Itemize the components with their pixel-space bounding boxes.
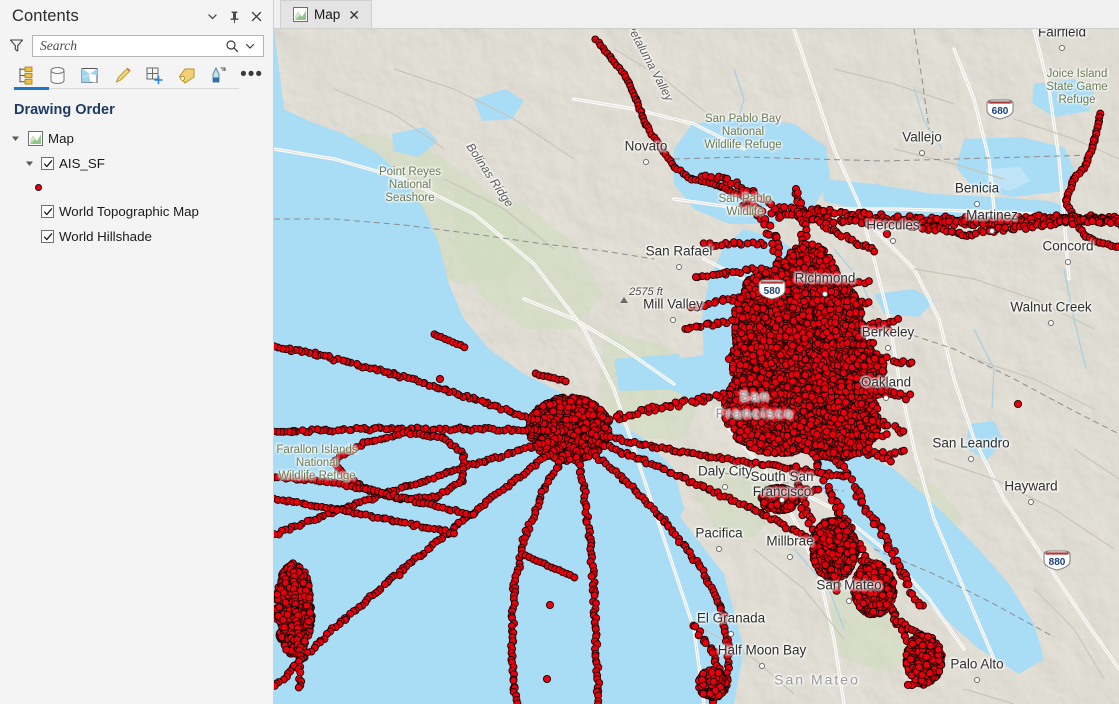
tree-item-symbol-ais-sf[interactable]	[2, 176, 273, 199]
search-options-chevron-down-icon[interactable]	[241, 37, 259, 55]
map-peak-marker-icon	[620, 297, 628, 303]
map-canvas[interactable]: Fairfield Vallejo Benicia Martinez Hercules C…	[274, 29, 1119, 704]
search-input[interactable]	[40, 37, 223, 54]
tab-list-by-drawing-order[interactable]	[14, 63, 36, 87]
tree-item-label-ais-sf: AIS_SF	[59, 156, 105, 171]
contents-overflow-menu[interactable]: •••	[240, 65, 265, 84]
search-row	[0, 32, 273, 59]
close-icon[interactable]	[245, 6, 267, 28]
red-point-symbol-icon	[35, 184, 42, 191]
layer-tree: Map AIS_SF World Topographic Map World H…	[0, 126, 273, 249]
tab-list-by-snapping[interactable]	[143, 63, 165, 87]
contents-tabstrip: •••	[0, 59, 273, 91]
layer-checkbox-world-hillshade[interactable]	[41, 230, 54, 243]
tree-item-ais-sf[interactable]: AIS_SF	[2, 151, 273, 176]
filter-funnel-icon[interactable]	[5, 36, 27, 56]
map-tabbar: Map ✕	[274, 0, 1119, 29]
section-title-drawing-order: Drawing Order	[14, 102, 115, 118]
tree-item-world-topographic-map[interactable]: World Topographic Map	[2, 199, 273, 224]
tab-list-by-charts[interactable]	[208, 63, 230, 87]
tree-item-label-world-topographic-map: World Topographic Map	[59, 204, 199, 219]
tabstrip-active-indicator	[14, 87, 49, 90]
contents-pane-header: Contents	[0, 0, 273, 33]
tab-list-by-data-source[interactable]	[46, 63, 68, 87]
map-view-area: Map ✕ Fairfield Vallejo Benicia Martinez…	[274, 0, 1119, 704]
expander-down-icon[interactable]	[8, 132, 22, 146]
search-icon[interactable]	[223, 37, 241, 55]
arcgis-pro-window: Contents Search ••• Drawing Order Map AI…	[0, 0, 1119, 704]
tab-map[interactable]: Map ✕	[280, 0, 372, 28]
map-basemap-render	[274, 29, 1119, 704]
map-frame-icon	[292, 7, 308, 23]
pin-icon[interactable]	[223, 6, 245, 28]
chevron-down-icon[interactable]	[201, 6, 223, 28]
map-frame-icon	[27, 131, 43, 147]
tab-map-label: Map	[314, 7, 341, 22]
layer-checkbox-ais-sf[interactable]	[41, 157, 54, 170]
expander-down-icon[interactable]	[22, 157, 36, 171]
search-input-wrapper[interactable]	[32, 34, 264, 57]
page-title: Contents	[12, 7, 79, 25]
close-icon[interactable]: ✕	[346, 8, 362, 22]
tree-item-map[interactable]: Map	[2, 126, 273, 151]
tab-list-by-labeling[interactable]	[175, 63, 197, 87]
tab-list-by-editing[interactable]	[111, 63, 133, 87]
contents-pane: Contents Search ••• Drawing Order Map AI…	[0, 0, 274, 704]
tree-item-label-world-hillshade: World Hillshade	[59, 229, 152, 244]
layer-checkbox-world-topographic-map[interactable]	[41, 205, 54, 218]
tree-item-label-map: Map	[48, 131, 74, 146]
tab-list-by-selection[interactable]	[79, 63, 101, 87]
tree-item-world-hillshade[interactable]: World Hillshade	[2, 224, 273, 249]
